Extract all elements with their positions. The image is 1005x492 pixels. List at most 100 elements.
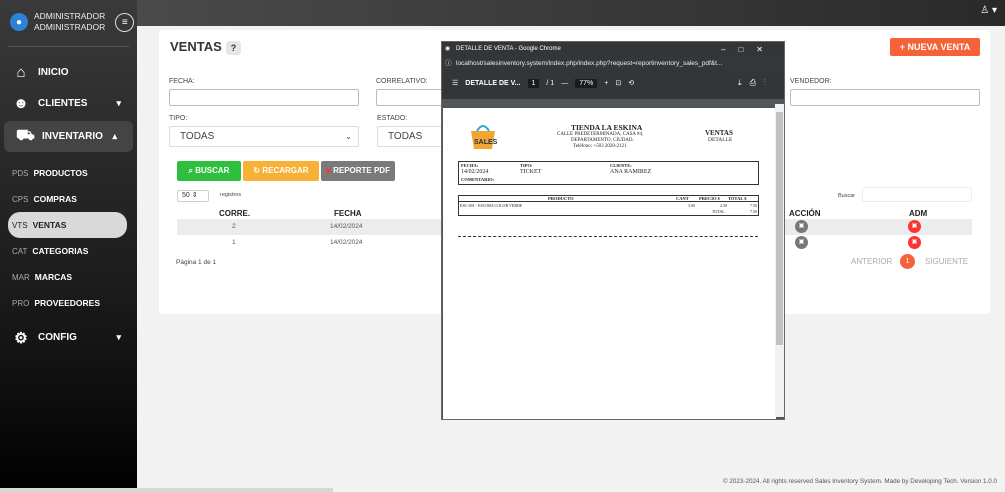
item-precio: 2.50 <box>720 203 727 208</box>
recargar-button[interactable]: ↻ RECARGAR <box>243 161 319 181</box>
cell-fecha: 14/02/2024 <box>330 223 363 230</box>
delete-icon[interactable]: ▣ <box>908 236 921 249</box>
vendedor-label: VENDEDOR: <box>790 78 832 85</box>
url-text: localhost/salesinventory.system/index.ph… <box>456 60 723 67</box>
delete-icon[interactable]: ▣ <box>908 220 921 233</box>
col-accion[interactable]: ACCIÓN <box>789 209 821 218</box>
zoom-level[interactable]: 77% <box>575 78 598 88</box>
cell-fecha: 14/02/2024 <box>330 239 363 246</box>
menu-toggle-icon[interactable]: ≡ <box>115 12 135 32</box>
nav-inicio-label: INICIO <box>38 67 69 78</box>
doc-heading: VENTAS <box>705 129 733 137</box>
sidebar: ● ADMINISTRADOR ADMINISTRADOR ≡ ⌂ INICIO ☻… <box>0 0 137 492</box>
nav-inventario[interactable]: ⛟ INVENTARIO ▴ <box>4 121 133 152</box>
pdf-popup-window: ◉ DETALLE DE VENTA - Google Chrome –□✕ ⓘ lo… <box>441 41 785 420</box>
zoom-in-icon[interactable]: + <box>604 80 608 87</box>
fit-icon[interactable]: ⊡ <box>615 79 621 87</box>
page-title: VENTAS? <box>170 39 242 55</box>
store-address2: DEPARTAMENTO, CIUDAD. <box>571 138 634 143</box>
item-label: VENTAS <box>32 220 67 230</box>
zoom-out-icon[interactable]: — <box>561 80 568 87</box>
user-role: ADMINISTRADOR <box>34 22 106 32</box>
col-fecha[interactable]: FECHA <box>334 209 362 218</box>
user-name: ADMINISTRADOR <box>34 11 106 21</box>
store-logo-icon: SALES <box>465 123 501 151</box>
total-value: 7.50 <box>750 209 757 214</box>
next-button[interactable]: SIGUIENTE <box>925 257 968 266</box>
fecha-label: FECHA: <box>169 78 195 85</box>
estado-select[interactable]: TODAS <box>377 126 445 147</box>
page-info: Página 1 de 1 <box>176 259 217 266</box>
page-size-value: 50 <box>182 192 190 199</box>
url-bar[interactable]: ⓘ localhost/salesinventory.system/index.p… <box>442 57 784 70</box>
fecha-label: FECHA: <box>461 163 479 168</box>
sidebar-item-ventas[interactable]: VTS VENTAS <box>8 212 127 238</box>
sidebar-item-marcas[interactable]: MAR MARCAS <box>0 264 137 290</box>
col-producto: PRODUCTO <box>548 196 574 201</box>
info-icon: ⓘ <box>445 60 452 67</box>
chrome-icon: ◉ <box>445 46 451 52</box>
tipo-label: TIPO: <box>520 163 533 168</box>
col-adm[interactable]: ADM <box>909 209 927 218</box>
page-1-button[interactable]: 1 <box>900 254 915 269</box>
code-label: PDS <box>12 168 29 178</box>
cliente-label: CLIENTE: <box>610 163 632 168</box>
page-title-text: VENTAS <box>170 39 222 54</box>
doc-subheading: DETALLE <box>708 137 733 143</box>
tipo-value: TODAS <box>180 131 215 142</box>
scroll-thumb[interactable] <box>776 112 783 345</box>
more-icon[interactable]: ⋮ <box>764 78 774 87</box>
pdf-action-icon[interactable]: ▣ <box>795 220 808 233</box>
tipo-label: TIPO: <box>169 115 188 122</box>
page-number[interactable]: 1 <box>527 78 540 88</box>
col-precio: PRECIO $ <box>699 196 720 201</box>
pdf-action-icon[interactable]: ▣ <box>795 236 808 249</box>
user-menu-icon[interactable]: ♙ ▾ <box>980 5 997 16</box>
sidebar-item-productos[interactable]: PDS PRODUCTOS <box>0 160 137 186</box>
pdf-page: SALES TIENDA LA ESKINA CALLE PREDETERMIN… <box>443 108 776 419</box>
store-address1: CALLE PREDETERMINADA, CASA #4, <box>557 132 644 137</box>
nav-config-label: CONFIG <box>38 332 77 343</box>
cell-corre: 1 <box>232 239 236 246</box>
help-icon[interactable]: ? <box>225 40 242 55</box>
sidebar-item-categorias[interactable]: CAT CATEGORIAS <box>0 238 137 264</box>
chevron-up-icon: ▴ <box>112 131 117 141</box>
pdf-viewer: SALES TIENDA LA ESKINA CALLE PREDETERMIN… <box>442 99 784 419</box>
code-label: VTS <box>12 220 28 230</box>
new-sale-button[interactable]: + NUEVA VENTA <box>890 38 980 56</box>
page-size-select[interactable]: 50 ⇕ <box>177 190 209 202</box>
pdf-scrollbar[interactable] <box>775 104 784 417</box>
nav-inicio[interactable]: ⌂ INICIO <box>0 57 137 88</box>
info-box <box>458 161 759 185</box>
fecha-input[interactable] <box>169 89 359 106</box>
col-corre[interactable]: CORRE. <box>219 209 250 218</box>
item-label: PRODUCTOS <box>33 168 88 178</box>
item-label: PROVEEDORES <box>34 298 100 308</box>
recargar-label: RECARGAR <box>262 166 309 175</box>
reporte-pdf-button[interactable]: ■ REPORTE PDF <box>321 161 395 181</box>
col-cant: CANT <box>676 196 689 201</box>
buscar-button[interactable]: ⌕ BUSCAR <box>177 161 241 181</box>
page-count: / 1 <box>546 79 555 87</box>
buscar-label: Buscar <box>838 193 856 199</box>
table-search-input[interactable] <box>862 187 972 202</box>
nav-config[interactable]: ⚙ CONFIG ▾ <box>0 322 137 353</box>
tipo-select[interactable]: TODAS ⌄ <box>169 126 359 147</box>
total-label: TOTAL <box>712 209 725 214</box>
window-controls[interactable]: –□✕ <box>721 42 776 57</box>
chevron-down-icon: ▾ <box>116 98 121 108</box>
menu-icon[interactable]: ☰ <box>452 79 458 87</box>
popup-titlebar: ◉ DETALLE DE VENTA - Google Chrome –□✕ <box>442 42 784 57</box>
sidebar-item-compras[interactable]: CPS COMPRAS <box>0 186 137 212</box>
doc-title: DETALLE DE V... <box>465 79 521 87</box>
vendedor-input[interactable] <box>790 89 980 106</box>
top-bar: ♙ ▾ <box>137 0 1005 26</box>
print-icon[interactable]: ⎙ <box>750 78 764 87</box>
rotate-icon[interactable]: ⟲ <box>628 79 634 87</box>
prev-button[interactable]: ANTERIOR <box>851 257 892 266</box>
cliente-value: ANA RAMIREZ <box>610 169 652 175</box>
sidebar-item-proveedores[interactable]: PRO PROVEEDORES <box>0 290 137 316</box>
download-icon[interactable]: ⤓ <box>738 78 750 87</box>
correlativo-input[interactable] <box>376 89 444 106</box>
nav-clientes[interactable]: ☻ CLIENTES ▾ <box>0 88 137 119</box>
